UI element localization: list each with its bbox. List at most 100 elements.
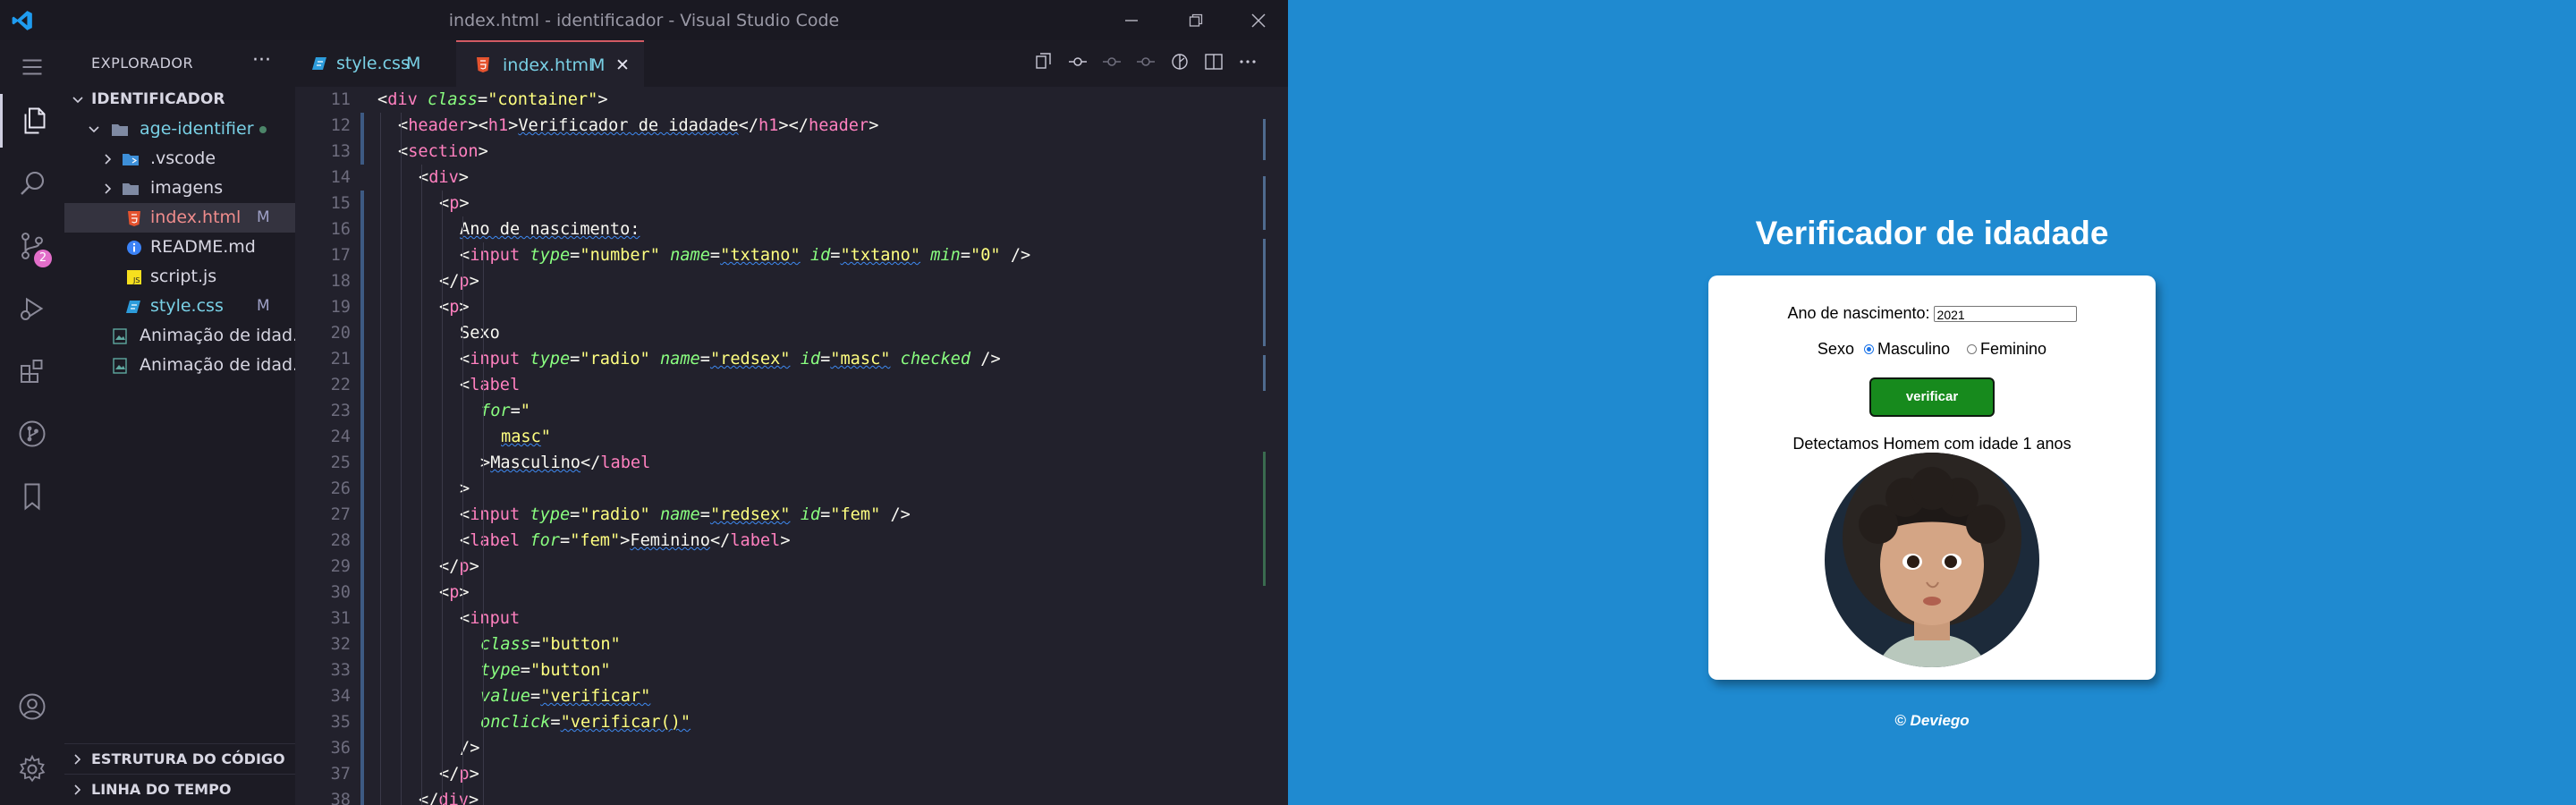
- code-token: "verificar()": [560, 713, 691, 732]
- code-token: "redsex": [709, 505, 791, 524]
- year-input[interactable]: 2021: [1933, 306, 2077, 323]
- code-token: "masc": [830, 350, 891, 369]
- code-token: h1: [487, 116, 509, 135]
- code-token: name: [659, 505, 700, 524]
- workspace-root[interactable]: IDENTIFICADOR: [64, 85, 295, 114]
- info-icon: [127, 241, 141, 255]
- activity-run-debug[interactable]: [0, 282, 64, 335]
- line-number: 29: [330, 557, 351, 576]
- activity-search[interactable]: [0, 157, 64, 210]
- code-token: <: [460, 505, 470, 524]
- verify-button[interactable]: verificar: [1869, 377, 1995, 417]
- tree-item-animation-1[interactable]: Animação de idad...: [64, 321, 309, 351]
- activity-git-graph[interactable]: [0, 407, 64, 461]
- indent-guide: [401, 113, 402, 805]
- line-content: <input type="number" name="txtano" id="t…: [460, 242, 1030, 268]
- code-token: <: [460, 609, 470, 628]
- explorer-header: EXPLORADOR: [91, 55, 194, 72]
- folder-age-identifier[interactable]: age-identifier: [64, 114, 295, 144]
- activity-accounts[interactable]: [0, 680, 64, 733]
- activity-menu-button[interactable]: [0, 40, 64, 94]
- code-editor[interactable]: 11 <div class="container"> 12 <header><h1>V…: [295, 87, 1288, 805]
- code-token: =: [559, 531, 571, 550]
- code-token: input: [470, 246, 521, 265]
- tree-item-readme[interactable]: README.md: [64, 233, 295, 262]
- git-commit-button[interactable]: [1064, 48, 1091, 75]
- html-file-icon: [128, 211, 140, 226]
- explorer-sidebar: EXPLORADOR ··· IDENTIFICADOR age-identif…: [64, 40, 309, 805]
- restore-button[interactable]: [1182, 7, 1209, 34]
- code-token: =: [570, 246, 580, 265]
- git-commit-icon: [1069, 57, 1087, 66]
- activity-source-control[interactable]: 2: [0, 219, 64, 273]
- female-label[interactable]: Feminino: [1980, 340, 2046, 358]
- male-radio[interactable]: [1863, 343, 1874, 354]
- indent-guide: [462, 216, 463, 805]
- code-token: "verificar": [540, 687, 651, 706]
- result-text: Detectamos Homem com idade 1 anos: [1792, 435, 2072, 453]
- minimize-icon: [1125, 20, 1138, 21]
- previous-change-button[interactable]: [1098, 48, 1125, 75]
- close-icon: [1251, 13, 1266, 28]
- tree-item-imagens[interactable]: imagens: [64, 174, 295, 203]
- next-change-button[interactable]: [1132, 48, 1159, 75]
- female-radio[interactable]: [1967, 343, 1978, 354]
- code-token: div: [438, 791, 469, 805]
- minimize-button[interactable]: [1118, 7, 1145, 34]
- toggle-preview-button[interactable]: [1166, 48, 1193, 75]
- line-content: <p>: [439, 191, 470, 216]
- code-token: type: [530, 505, 571, 524]
- activity-explorer[interactable]: [0, 94, 67, 148]
- tree-item-label: Animação de idad...: [140, 355, 309, 375]
- explorer-more-actions[interactable]: ···: [252, 49, 271, 72]
- code-token: Masculino: [490, 453, 580, 472]
- code-token: =: [570, 505, 580, 524]
- code-area[interactable]: 11 <div class="container"> 12 <header><h1>V…: [295, 87, 1261, 805]
- code-token: <: [419, 168, 429, 187]
- line-content: type="button": [480, 657, 611, 683]
- git-commit-icon: [1103, 57, 1121, 66]
- line-number: 26: [330, 479, 351, 498]
- tree-item-index-html[interactable]: index.html M: [64, 203, 295, 233]
- editor-scrollbar[interactable]: [1261, 87, 1274, 805]
- tree-item-animation-2[interactable]: Animação de idad...: [64, 351, 309, 380]
- code-token: "container": [487, 90, 598, 109]
- code-token: <: [460, 376, 470, 394]
- outline-section[interactable]: ESTRUTURA DO CÓDIGO: [64, 743, 295, 774]
- tab-close-button[interactable]: ✕: [615, 42, 630, 89]
- tree-item-style-css[interactable]: style.css M: [64, 292, 295, 321]
- indent-guide: [421, 165, 422, 805]
- tree-item-label: script.js: [150, 267, 217, 286]
- open-changes-button[interactable]: [1030, 48, 1057, 75]
- close-window-button[interactable]: [1245, 7, 1272, 34]
- activity-extensions[interactable]: [0, 344, 64, 398]
- tree-item-vscode[interactable]: .vscode: [64, 144, 295, 174]
- chevron-right-icon: [74, 754, 81, 765]
- line-number: 27: [330, 505, 351, 524]
- split-editor-button[interactable]: [1200, 48, 1227, 75]
- code-token: Ano de nascimento:: [460, 220, 640, 239]
- code-token: input: [470, 609, 521, 628]
- male-label[interactable]: Masculino: [1877, 340, 1950, 358]
- timeline-section[interactable]: LINHA DO TEMPO: [64, 774, 295, 804]
- git-lens-icon: [1172, 54, 1188, 70]
- line-content: >: [460, 476, 470, 502]
- line-content: <input type="radio" name="redsex" id="ma…: [460, 346, 1001, 372]
- restore-icon: [1189, 13, 1203, 27]
- code-token: type: [530, 246, 571, 265]
- tab-style-css[interactable]: style.css M: [295, 40, 456, 87]
- page-footer: © Deviego: [1894, 712, 1970, 729]
- code-token: label: [470, 376, 521, 394]
- more-actions-button[interactable]: [1234, 48, 1261, 75]
- svg-text:JS: JS: [132, 276, 140, 284]
- activity-settings[interactable]: [0, 742, 64, 796]
- tree-item-script-js[interactable]: JS script.js: [64, 262, 295, 292]
- code-token: />: [1010, 246, 1031, 265]
- activity-bookmarks[interactable]: [0, 470, 64, 523]
- tab-index-html[interactable]: index.html M ✕: [456, 40, 644, 87]
- explorer-icon: [24, 107, 46, 134]
